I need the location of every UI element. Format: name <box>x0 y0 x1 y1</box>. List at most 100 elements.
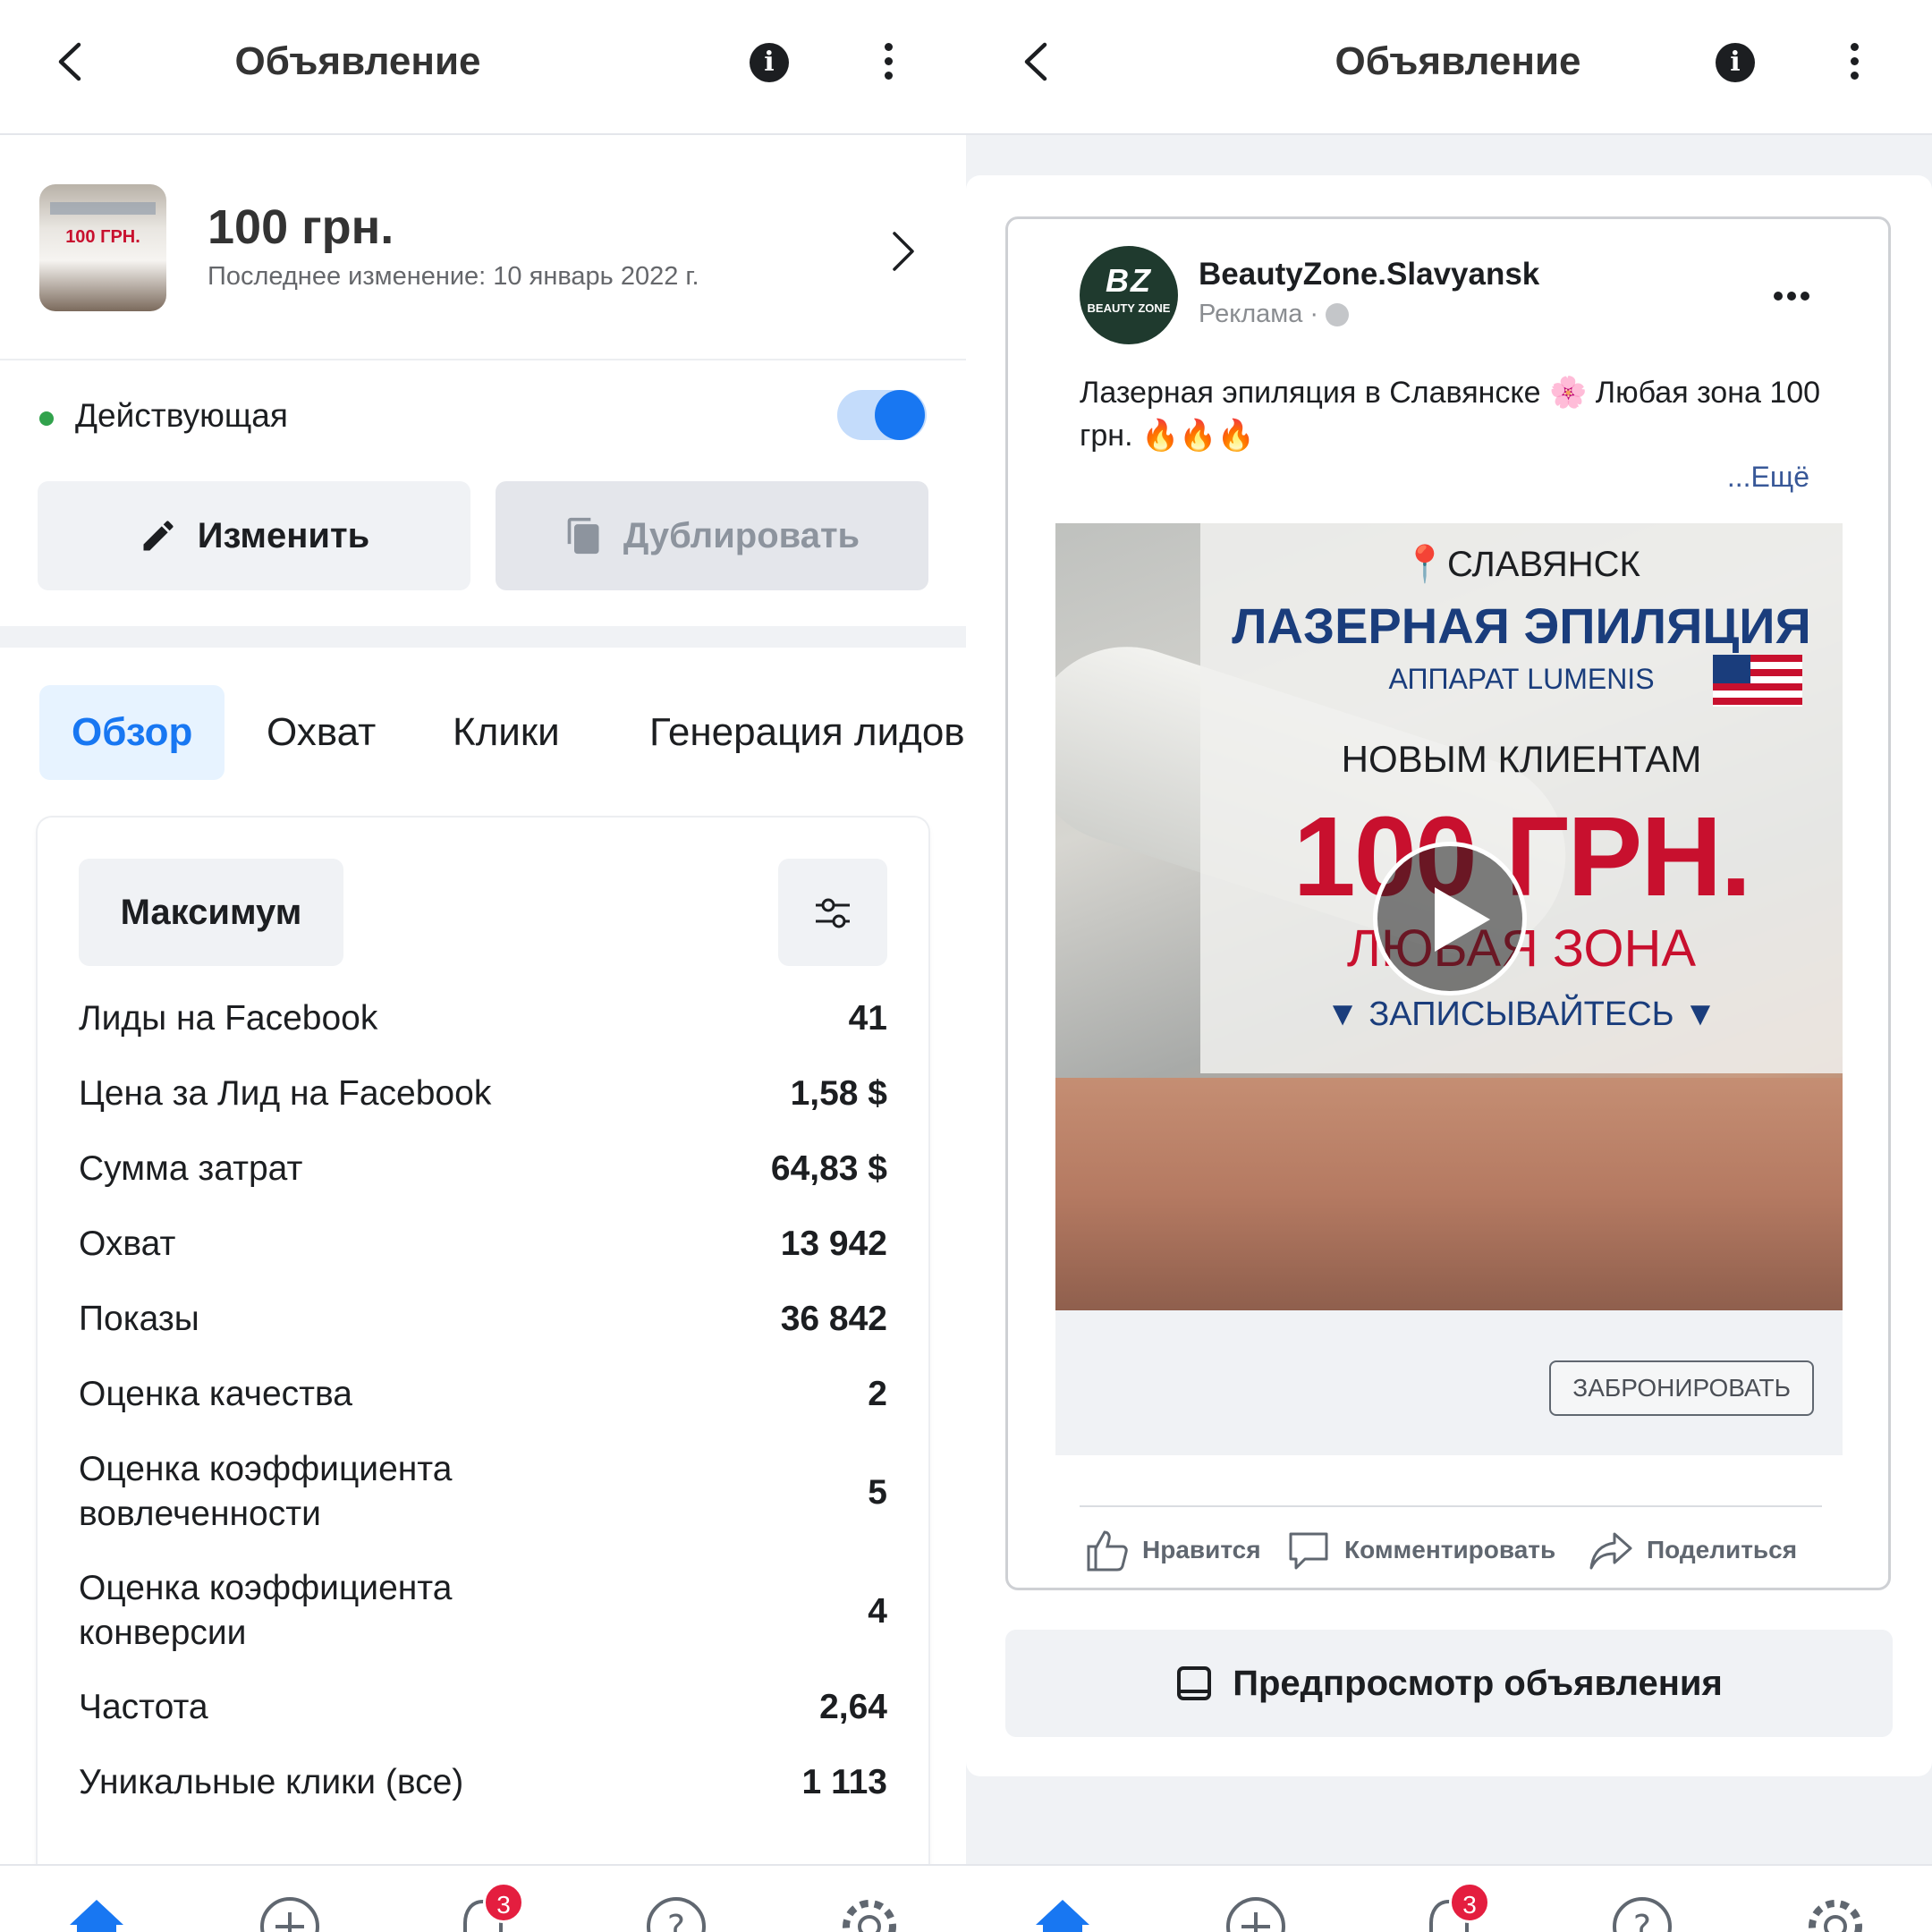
top-bar: Объявление i <box>0 0 966 135</box>
chevron-right-icon <box>893 232 914 271</box>
page-avatar[interactable]: BZ BEAUTY ZONE <box>1080 246 1178 344</box>
preview-container: BZ BEAUTY ZONE BeautyZone.Slavyansk Рекл… <box>966 175 1932 1776</box>
ad-preview-label: Предпросмотр объявления <box>1233 1663 1723 1703</box>
ad-summary-row[interactable]: 100 ГРН. 100 грн. Последнее изменение: 1… <box>0 135 966 360</box>
notifications-button[interactable]: 3 <box>451 1882 524 1932</box>
like-button[interactable]: Нравится <box>1083 1527 1261 1573</box>
metric-label: Охват <box>79 1224 176 1263</box>
page-name[interactable]: BeautyZone.Slavyansk <box>1199 257 1539 292</box>
tablet-icon <box>1177 1666 1212 1700</box>
thumbnail-text: 100 ГРН. <box>65 227 140 247</box>
see-more-link[interactable]: ...Ещё <box>1727 461 1809 494</box>
banner-new-clients: НОВЫМ КЛИЕНТАМ <box>1341 738 1702 780</box>
plus-circle-icon[interactable] <box>258 1894 322 1932</box>
metric-value: 36 842 <box>780 1300 887 1338</box>
notification-badge: 3 <box>483 1882 524 1923</box>
share-icon <box>1589 1532 1632 1570</box>
tab-reach[interactable]: Охват <box>267 685 376 780</box>
metric-label: Уникальные клики (все) <box>79 1763 464 1801</box>
metric-label: Оценка качества <box>79 1375 353 1413</box>
metric-label: Показы <box>79 1300 199 1338</box>
status-toggle[interactable] <box>837 390 927 440</box>
notification-badge: 3 <box>1449 1882 1490 1923</box>
metric-label: Частота <box>79 1688 208 1726</box>
tab-bar: Обзор Охват Клики Генерация лидов <box>0 685 966 780</box>
home-icon[interactable] <box>64 1894 129 1932</box>
metric-value: 4 <box>868 1592 887 1631</box>
page-title: Объявление <box>234 39 481 83</box>
info-icon[interactable]: i <box>750 43 789 82</box>
share-button[interactable]: Поделиться <box>1588 1527 1797 1573</box>
metric-value: 1,58 $ <box>790 1074 887 1113</box>
bottom-nav: 3 ? <box>0 1864 966 1932</box>
edit-label: Изменить <box>197 515 370 555</box>
pencil-icon <box>143 521 174 551</box>
banner-signup: ▼ ЗАПИСЫВАЙТЕСЬ ▼ <box>1326 996 1717 1033</box>
post-more-icon[interactable] <box>1774 289 1814 305</box>
tab-lead-generation[interactable]: Генерация лидов <box>649 685 965 780</box>
gear-icon[interactable] <box>1803 1894 1868 1932</box>
svg-text:?: ? <box>1633 1908 1651 1932</box>
ad-preview-button[interactable]: Предпросмотр объявления <box>1005 1630 1893 1737</box>
us-flag-icon <box>1713 655 1802 707</box>
copy-icon <box>567 517 599 555</box>
toggle-knob <box>875 390 925 440</box>
ad-post-preview: BZ BEAUTY ZONE BeautyZone.Slavyansk Рекл… <box>1005 216 1891 1590</box>
skin-image <box>1055 1078 1843 1310</box>
top-bar: Объявление i <box>966 0 1932 135</box>
metric-label: Оценка коэффициента конверсии <box>79 1569 453 1652</box>
more-vertical-icon[interactable] <box>881 43 895 86</box>
gear-icon[interactable] <box>837 1894 902 1932</box>
bottom-nav: 3 ? <box>966 1864 1932 1932</box>
metric-value: 64,83 $ <box>770 1149 887 1188</box>
play-icon[interactable] <box>1373 842 1527 996</box>
metric-value: 5 <box>868 1473 887 1512</box>
metric-label: Цена за Лид на Facebook <box>79 1074 492 1113</box>
sliders-icon <box>816 898 850 928</box>
metric-label: Сумма затрат <box>79 1149 303 1188</box>
ad-name: 100 грн. <box>208 200 394 254</box>
status-label: Действующая <box>75 397 288 434</box>
ad-thumbnail: 100 ГРН. <box>39 184 166 311</box>
help-icon[interactable]: ? <box>1610 1894 1674 1932</box>
metric-value: 1 113 <box>801 1763 887 1801</box>
globe-icon <box>1326 303 1350 327</box>
comment-button[interactable]: Комментировать <box>1285 1527 1555 1573</box>
more-vertical-icon[interactable] <box>1847 43 1861 86</box>
banner-city: 📍СЛАВЯНСК <box>1402 545 1640 584</box>
triangle-down-icon: ▼ <box>1674 996 1717 1033</box>
last-modified-text: Последнее изменение: 10 январь 2022 г. <box>208 262 699 291</box>
location-pin-icon: 📍 <box>1402 545 1447 584</box>
status-dot <box>39 411 54 426</box>
book-now-button[interactable]: ЗАБРОНИРОВАТЬ <box>1549 1360 1814 1416</box>
ad-banner: 📍СЛАВЯНСК ЛАЗЕРНАЯ ЭПИЛЯЦИЯ АППАРАТ LUME… <box>1200 523 1843 1073</box>
duplicate-label: Дублировать <box>623 515 860 555</box>
section-divider <box>0 626 966 648</box>
sponsored-label: Реклама · <box>1199 300 1350 329</box>
filter-button[interactable] <box>778 859 887 966</box>
tab-clicks[interactable]: Клики <box>453 685 560 780</box>
metrics-card: Максимум Лиды на Facebook 41 Цена за Лид … <box>38 818 928 1932</box>
comment-icon <box>1289 1532 1328 1570</box>
notifications-button[interactable]: 3 <box>1417 1882 1490 1932</box>
tab-overview[interactable]: Обзор <box>39 685 225 780</box>
metric-value: 13 942 <box>780 1224 887 1263</box>
ad-preview-pane: Объявление i BZ BEAUTY ZONE BeautyZone.S… <box>966 0 1932 1932</box>
duplicate-button[interactable]: Дублировать <box>496 481 928 590</box>
cta-area: ЗАБРОНИРОВАТЬ <box>1055 1310 1843 1455</box>
metric-value: 2,64 <box>819 1688 887 1726</box>
metric-label: Лиды на Facebook <box>79 999 378 1038</box>
edit-button[interactable]: Изменить <box>38 481 470 590</box>
date-range-button[interactable]: Максимум <box>79 859 343 966</box>
plus-circle-icon[interactable] <box>1224 1894 1288 1932</box>
metric-value: 41 <box>848 999 887 1038</box>
triangle-down-icon: ▼ <box>1326 996 1369 1033</box>
thumbs-up-icon <box>1087 1530 1128 1572</box>
home-icon[interactable] <box>1030 1894 1095 1932</box>
metric-label: Оценка коэффициента вовлеченности <box>79 1450 453 1533</box>
post-divider <box>1080 1505 1822 1507</box>
svg-text:?: ? <box>667 1908 685 1932</box>
info-icon[interactable]: i <box>1716 43 1755 82</box>
ad-video[interactable]: 📍СЛАВЯНСК ЛАЗЕРНАЯ ЭПИЛЯЦИЯ АППАРАТ LUME… <box>1055 523 1843 1310</box>
help-icon[interactable]: ? <box>644 1894 708 1932</box>
